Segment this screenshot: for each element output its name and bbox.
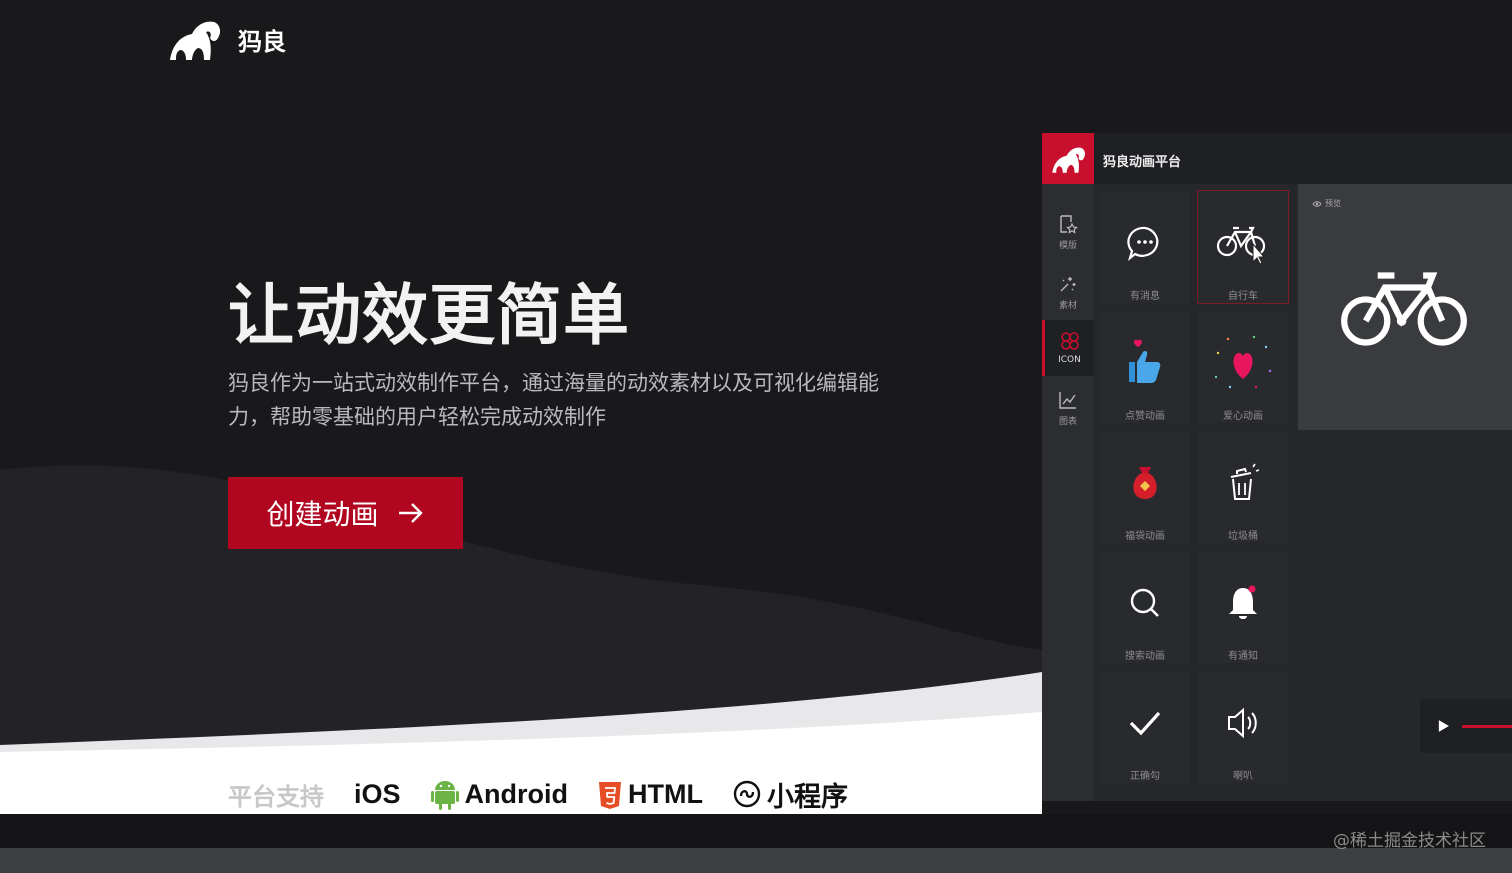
progress-bar[interactable] bbox=[1461, 724, 1512, 728]
icon-tile-label: 爱心动画 bbox=[1223, 411, 1263, 422]
bicycle-icon bbox=[1216, 226, 1266, 265]
sidebar-item-label: 图表 bbox=[1058, 416, 1077, 427]
icon-tile-label: 自行车 bbox=[1228, 291, 1258, 302]
heart-icon bbox=[1214, 335, 1272, 389]
trash-icon bbox=[1230, 463, 1260, 500]
android-icon bbox=[430, 781, 459, 810]
icon-tile-label: 搜索动画 bbox=[1125, 651, 1165, 662]
bicycle-icon bbox=[1341, 272, 1467, 346]
icon-tile-label: 正确勾 bbox=[1130, 771, 1160, 782]
hero-headline: 让动效更简单 bbox=[228, 277, 630, 354]
preview-label: 预览 bbox=[1325, 199, 1341, 208]
sidebar-item-template[interactable]: 模版 bbox=[1042, 204, 1094, 260]
icon-tile-label: 福袋动画 bbox=[1125, 531, 1165, 542]
bell-icon bbox=[1229, 585, 1257, 619]
icon-tile-like[interactable]: 点赞动画 bbox=[1100, 311, 1190, 423]
icon-tile-label: 有消息 bbox=[1130, 291, 1160, 302]
template-icon bbox=[1060, 214, 1078, 234]
icon-tile-heart[interactable]: 爱心动画 bbox=[1198, 311, 1288, 423]
search-icon bbox=[1130, 588, 1159, 617]
icon-tile-trash[interactable]: 垃圾桶 bbox=[1198, 431, 1288, 543]
sidebar-item-icon[interactable]: ICON bbox=[1042, 320, 1094, 376]
app-sidebar: 模版 素材 ICON 图表 bbox=[1042, 184, 1094, 801]
eye-icon bbox=[1312, 200, 1322, 207]
icon-tile-lucky-bag[interactable]: 福袋动画 bbox=[1100, 431, 1190, 543]
platform-html-label: HTML bbox=[628, 778, 703, 809]
icon-tile-bicycle[interactable]: 自行车 bbox=[1197, 190, 1289, 304]
icon-tile-notification[interactable]: 有通知 bbox=[1198, 551, 1288, 663]
preview-header: 预览 bbox=[1312, 198, 1341, 209]
chat-bubble-icon bbox=[1127, 226, 1159, 262]
site-logo[interactable]: 犸良 bbox=[166, 16, 286, 62]
app-title: 犸良动画平台 bbox=[1103, 155, 1182, 170]
platform-ios: iOS bbox=[354, 779, 401, 810]
hero-subline: 犸良作为一站式动效制作平台，通过海量的动效素材以及可视化编辑能力，帮助零基础的用… bbox=[228, 371, 879, 429]
chart-icon bbox=[1059, 391, 1076, 409]
miniprogram-icon bbox=[733, 780, 761, 808]
create-animation-label: 创建动画 bbox=[266, 498, 379, 531]
thumbs-up-icon bbox=[1129, 339, 1161, 383]
lucky-bag-icon bbox=[1133, 467, 1157, 499]
platform-support: 平台支持 iOS Android HTML 小程序 bbox=[228, 774, 848, 814]
create-animation-button[interactable]: 创建动画 bbox=[228, 477, 463, 549]
watermark: @稀土掘金技术社区 bbox=[1333, 831, 1486, 851]
preview-player bbox=[1420, 699, 1512, 753]
html5-icon bbox=[599, 782, 621, 809]
footer-bar bbox=[0, 848, 1512, 873]
icon-tile-label: 有通知 bbox=[1228, 651, 1258, 662]
footer-strip bbox=[0, 814, 1512, 848]
elephant-logo-icon bbox=[1052, 147, 1086, 173]
icon-tile-speaker[interactable]: 喇叭 bbox=[1198, 671, 1288, 783]
icon-tile-check[interactable]: 正确勾 bbox=[1100, 671, 1190, 783]
speaker-icon bbox=[1228, 707, 1257, 739]
sparkle-icon bbox=[1060, 276, 1076, 291]
clover-icon bbox=[1060, 332, 1079, 350]
platform-ios-label: iOS bbox=[354, 778, 401, 809]
sidebar-item-label: ICON bbox=[1058, 355, 1081, 365]
platform-android: Android bbox=[430, 778, 568, 810]
sidebar-item-chart[interactable]: 图表 bbox=[1042, 380, 1094, 436]
platform-android-label: Android bbox=[464, 778, 568, 809]
platform-miniprogram: 小程序 bbox=[733, 775, 848, 814]
elephant-logo-icon bbox=[170, 21, 221, 60]
icon-tile-label: 垃圾桶 bbox=[1228, 531, 1258, 542]
sidebar-item-label: 素材 bbox=[1058, 300, 1077, 311]
preview-panel: 预览 bbox=[1298, 184, 1512, 430]
icon-tile-message[interactable]: 有消息 bbox=[1100, 191, 1190, 303]
app-logo[interactable] bbox=[1042, 133, 1094, 184]
icon-tile-label: 点赞动画 bbox=[1125, 411, 1165, 422]
play-icon[interactable] bbox=[1438, 718, 1450, 734]
platform-miniprogram-label: 小程序 bbox=[766, 781, 848, 812]
arrow-right-icon bbox=[398, 503, 423, 523]
sidebar-item-label: 模版 bbox=[1058, 240, 1077, 251]
icon-tile-search[interactable]: 搜索动画 bbox=[1100, 551, 1190, 663]
app-preview-window: 犸良动画平台 模版 素材 ICON 图表 有消息 自行车 点赞动画 爱心动画 福… bbox=[1042, 133, 1512, 801]
check-icon bbox=[1129, 711, 1161, 736]
sidebar-item-materials[interactable]: 素材 bbox=[1042, 264, 1094, 320]
platform-html: HTML bbox=[598, 778, 703, 810]
brand-name: 犸良 bbox=[238, 27, 286, 56]
icon-tile-label: 喇叭 bbox=[1233, 771, 1253, 782]
platforms-label: 平台支持 bbox=[228, 782, 324, 811]
